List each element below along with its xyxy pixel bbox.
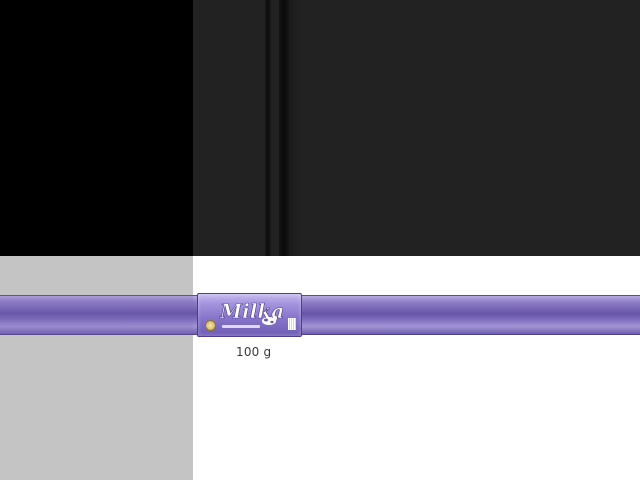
vertical-divider	[265, 0, 271, 256]
product-wrapper[interactable]: Milka	[197, 293, 302, 337]
tagline-mark	[222, 325, 260, 328]
barcode-icon	[288, 318, 296, 330]
band-left-tint	[0, 295, 193, 335]
cow-icon	[262, 316, 277, 325]
panel-shade	[289, 0, 303, 256]
top-right-panel	[193, 0, 640, 256]
weight-label: 100 g	[236, 345, 272, 359]
bottom-right-panel	[193, 256, 640, 480]
vertical-divider	[279, 0, 289, 256]
bottom-left-panel	[0, 256, 193, 480]
seal-icon	[205, 320, 216, 331]
top-left-panel	[0, 0, 193, 256]
